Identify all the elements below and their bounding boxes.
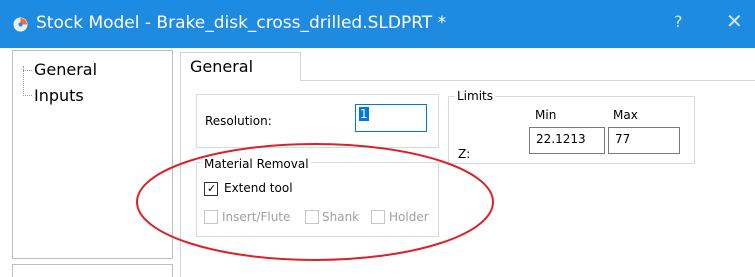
help-button[interactable]: ? (674, 12, 683, 31)
limits-title: Limits (455, 89, 495, 103)
holder-label[interactable]: Holder (389, 210, 429, 224)
tree-pane (12, 50, 173, 259)
tree-connector (23, 70, 32, 71)
shank-label[interactable]: Shank (322, 210, 359, 224)
tab-general-label: General (190, 57, 254, 76)
min-label: Min (535, 108, 557, 122)
z-max-input[interactable]: 77 (608, 127, 680, 154)
material-removal-group (196, 162, 439, 237)
tree-connector (23, 95, 32, 96)
max-label: Max (613, 108, 638, 122)
insert-flute-label[interactable]: Insert/Flute (222, 210, 290, 224)
extend-tool-checkbox[interactable]: ✓ (204, 182, 218, 196)
z-label: Z: (458, 147, 471, 161)
shank-checkbox[interactable] (305, 210, 319, 224)
window-title: Stock Model - Brake_disk_cross_drilled.S… (36, 13, 447, 33)
resolution-value: 1 (359, 107, 369, 121)
tree-pane-lower (12, 264, 173, 277)
stock-model-icon (13, 17, 28, 32)
resolution-input[interactable]: 1 (355, 104, 427, 132)
tree-item-inputs[interactable]: Inputs (34, 86, 84, 105)
title-bar[interactable]: Stock Model - Brake_disk_cross_drilled.S… (0, 0, 755, 48)
holder-checkbox[interactable] (371, 210, 385, 224)
resolution-label: Resolution: (205, 114, 272, 128)
extend-tool-label[interactable]: Extend tool (224, 181, 293, 195)
insert-flute-checkbox[interactable] (204, 210, 218, 224)
material-removal-title: Material Removal (202, 157, 311, 171)
tree-item-general[interactable]: General (34, 60, 97, 79)
checkmark-icon: ✓ (207, 182, 217, 195)
close-button[interactable]: ✕ (726, 9, 743, 33)
z-min-input[interactable]: 22.1213 (529, 127, 605, 154)
